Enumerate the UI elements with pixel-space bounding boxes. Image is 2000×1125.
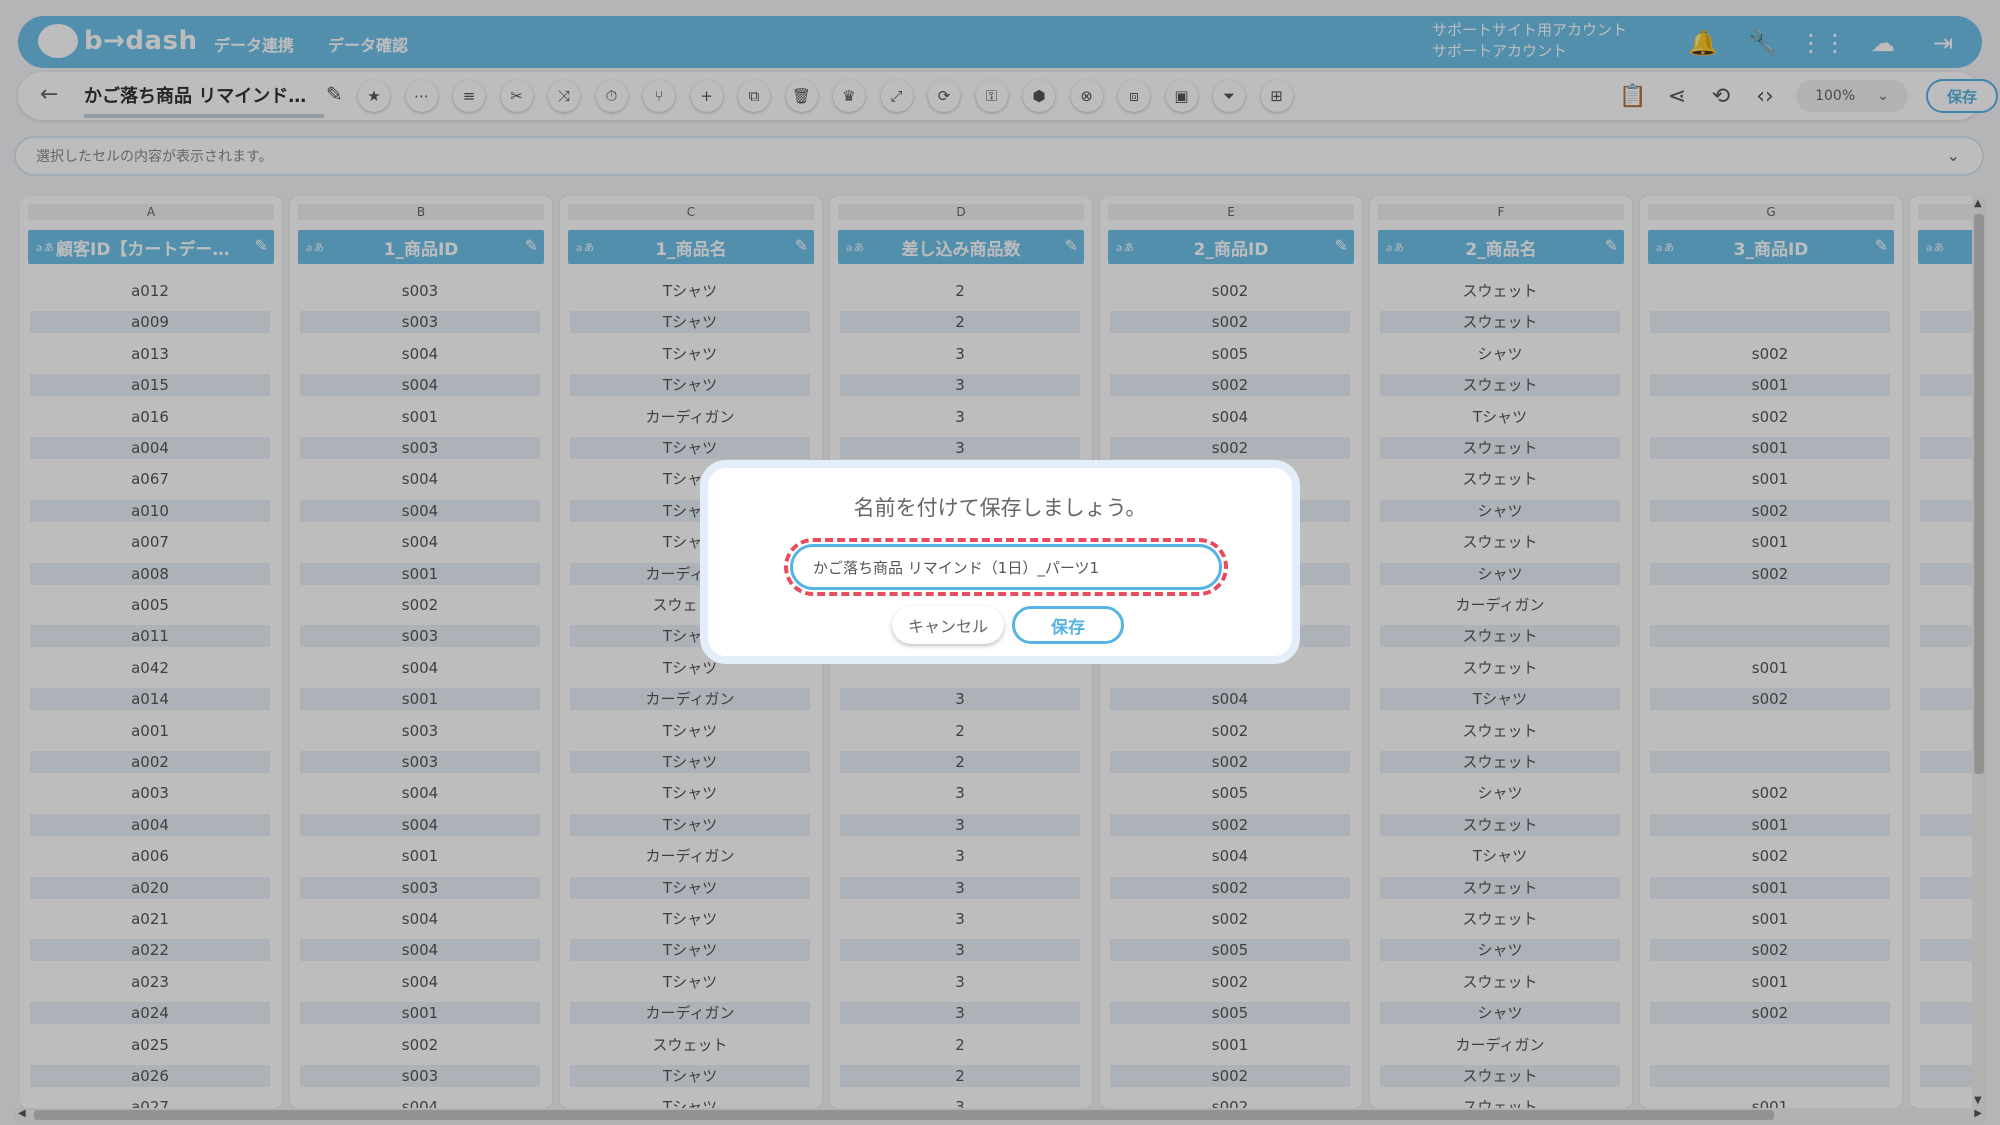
dialog-save-button[interactable]: 保存 [1012, 606, 1124, 644]
save-name-dialog: 名前を付けて保存しましょう。 キャンセル 保存 [700, 460, 1300, 664]
modal-overlay[interactable]: 名前を付けて保存しましょう。 キャンセル 保存 [0, 0, 2000, 1125]
name-input[interactable] [790, 544, 1222, 590]
dialog-title: 名前を付けて保存しましょう。 [853, 496, 1147, 520]
cancel-button[interactable]: キャンセル [892, 606, 1004, 644]
